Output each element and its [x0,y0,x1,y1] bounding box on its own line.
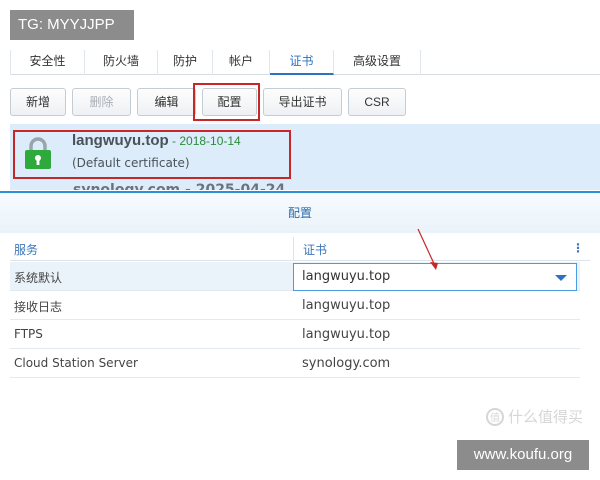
watermark-tag: TG: MYYJJPP [10,10,134,40]
certificate-select-value: langwuyu.top [302,269,391,284]
tab-firewall[interactable]: 防火墙 [85,50,158,75]
edit-button[interactable]: 编辑 [137,88,196,116]
table-row[interactable]: 系统默认 langwuyu.top [10,262,580,291]
certificate-cell: langwuyu.top [302,298,391,313]
tab-account[interactable]: 帐户 [213,50,270,75]
certificate-cell: synology.com [302,356,391,371]
service-cell: FTPS [14,327,43,341]
certificate-cell: langwuyu.top [302,327,391,342]
watermark-zhide: 什么值得买 [508,408,584,426]
tab-security[interactable]: 安全性 [10,50,85,75]
highlight-certificate-box [13,130,291,179]
column-header-service[interactable]: 服务 [14,241,38,258]
service-cell: 接收日志 [14,300,63,314]
csr-button[interactable]: CSR [348,88,406,116]
column-divider [293,237,294,261]
highlight-configure-box [193,83,260,121]
delete-button[interactable]: 删除 [72,88,131,116]
tab-bar: 安全性 防火墙 防护 帐户 证书 高级设置 [10,46,600,75]
export-certificate-button[interactable]: 导出证书 [263,88,342,116]
watermark-site: www.koufu.org [457,440,589,470]
certificate-select[interactable]: langwuyu.top [293,263,577,291]
column-menu-icon[interactable]: ⋮ [572,241,584,255]
grid-header: 服务 证书 ⋮ [10,237,590,261]
tab-advanced[interactable]: 高级设置 [334,50,421,75]
tab-certificate[interactable]: 证书 [270,50,334,75]
dialog-title: 配置 [0,193,600,233]
service-cell: 系统默认 [14,271,63,285]
configure-dialog: 配置 服务 证书 ⋮ 系统默认 langwuyu.top 接收日志 langwu… [0,191,600,480]
table-row[interactable]: FTPS langwuyu.top [10,320,580,349]
table-row[interactable]: 接收日志 langwuyu.top [10,291,580,320]
service-cell: Cloud Station Server [14,356,138,370]
chevron-down-icon[interactable] [555,275,567,281]
add-button[interactable]: 新增 [10,88,66,116]
tab-protection[interactable]: 防护 [158,50,213,75]
certificate-row-partial: synology.com - 2025-04-24 [73,182,286,190]
column-header-certificate[interactable]: 证书 [303,241,327,258]
table-row[interactable]: Cloud Station Server synology.com [10,349,580,378]
